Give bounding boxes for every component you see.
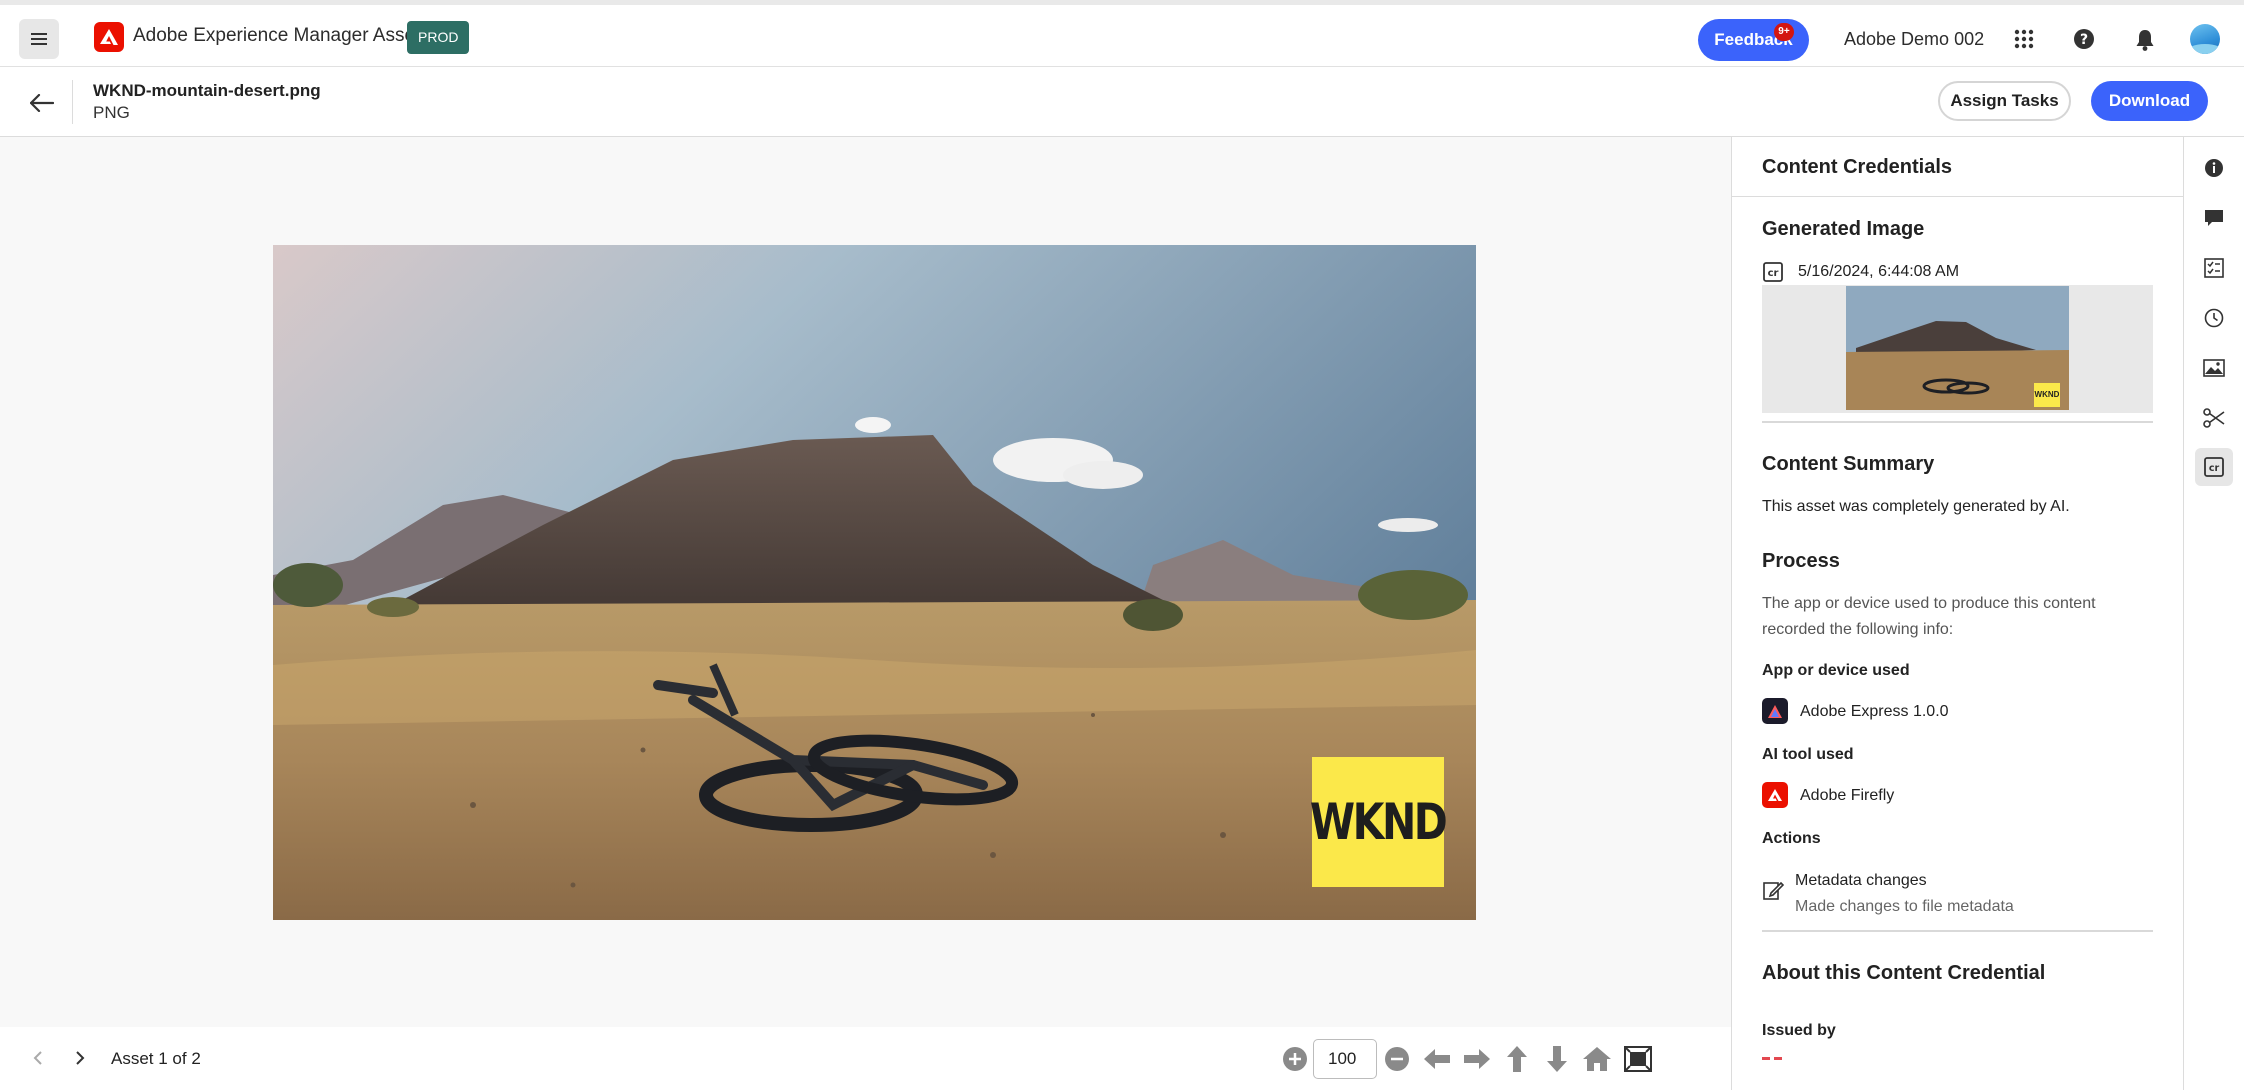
- pan-right-icon[interactable]: [1461, 1044, 1493, 1074]
- fit-to-screen-icon[interactable]: [1622, 1044, 1654, 1074]
- thumbnail-wknd-overlay: WKND: [2034, 383, 2060, 407]
- zoom-out-icon[interactable]: [1381, 1044, 1413, 1074]
- next-asset-button[interactable]: [69, 1047, 91, 1069]
- pan-left-icon[interactable]: [1421, 1044, 1453, 1074]
- panel-title: Content Credentials: [1762, 156, 1953, 178]
- environment-badge: PROD: [407, 21, 470, 54]
- app-used-name: Adobe Express 1.0.0: [1800, 703, 1949, 720]
- org-switcher[interactable]: Adobe Demo 002: [1844, 29, 1984, 50]
- thumbnail-image: WKND: [1846, 286, 2069, 410]
- edit-icon: [1763, 881, 1784, 900]
- content-credentials-panel: Content Credentials Generated Image cr 5…: [1731, 137, 2183, 1090]
- avatar[interactable]: [2190, 24, 2220, 54]
- tasks-icon[interactable]: [2195, 249, 2233, 287]
- back-button[interactable]: [24, 88, 60, 118]
- zoom-in-icon[interactable]: [1279, 1044, 1311, 1074]
- assign-tasks-button[interactable]: Assign Tasks: [1938, 81, 2071, 121]
- svg-text:?: ?: [2080, 32, 2088, 48]
- app-used-heading: App or device used: [1762, 662, 1910, 679]
- adobe-logo-icon[interactable]: [94, 22, 124, 52]
- generated-image-thumbnail[interactable]: WKND: [1762, 285, 2153, 413]
- header-divider: [72, 80, 73, 124]
- asset-preview-image[interactable]: [273, 245, 1476, 920]
- arrow-left-icon: [30, 94, 54, 112]
- divider: [1762, 421, 2153, 423]
- adobe-express-icon: [1762, 698, 1788, 724]
- process-description-line-2: recorded the following info:: [1762, 621, 1954, 638]
- svg-text:cr: cr: [1768, 268, 1779, 279]
- generated-image-heading: Generated Image: [1762, 218, 1925, 240]
- asset-header: WKND-mountain-desert.png PNG Assign Task…: [0, 67, 2244, 137]
- issued-by-heading: Issued by: [1762, 1022, 1836, 1039]
- svg-text:cr: cr: [2209, 463, 2220, 474]
- bell-icon[interactable]: [2130, 25, 2160, 55]
- notification-count-badge: 9+: [1774, 23, 1794, 41]
- menu-icon: [31, 33, 47, 45]
- pan-up-icon[interactable]: [1501, 1044, 1533, 1074]
- adobe-firefly-icon: [1762, 782, 1788, 808]
- process-heading: Process: [1762, 550, 1840, 572]
- ai-tool-heading: AI tool used: [1762, 746, 1854, 763]
- shell-bar: Adobe Experience Manager Assets PROD Fee…: [0, 0, 2244, 67]
- pan-down-icon[interactable]: [1541, 1044, 1573, 1074]
- info-icon[interactable]: [2195, 149, 2233, 187]
- menu-button[interactable]: [19, 19, 59, 59]
- issuer-logo-icon: [1762, 1057, 1782, 1060]
- previous-asset-button[interactable]: [27, 1047, 49, 1069]
- cut-icon[interactable]: [2195, 399, 2233, 437]
- content-summary-text: This asset was completely generated by A…: [1762, 498, 2070, 515]
- help-icon[interactable]: ?: [2069, 24, 2099, 54]
- zoom-level-input[interactable]: [1313, 1039, 1377, 1079]
- content-credentials-icon: cr: [1763, 262, 1783, 282]
- asset-file-type: PNG: [93, 103, 130, 122]
- apps-grid-icon[interactable]: [2009, 24, 2039, 54]
- content-summary-heading: Content Summary: [1762, 453, 1935, 475]
- side-rail: cr: [2183, 137, 2244, 1090]
- renditions-icon[interactable]: [2195, 349, 2233, 387]
- chevron-left-icon: [33, 1051, 42, 1065]
- app-title[interactable]: Adobe Experience Manager Assets: [133, 25, 430, 47]
- divider: [1732, 196, 2183, 197]
- chevron-right-icon: [76, 1051, 85, 1065]
- action-title: Metadata changes: [1795, 872, 1927, 889]
- ai-tool-name: Adobe Firefly: [1800, 787, 1895, 804]
- feedback-button[interactable]: Feedback: [1698, 19, 1809, 61]
- generated-date: 5/16/2024, 6:44:08 AM: [1798, 263, 1960, 280]
- asset-counter: Asset 1 of 2: [111, 1049, 201, 1068]
- wknd-logo-overlay: WKND: [1310, 757, 1448, 887]
- actions-heading: Actions: [1762, 830, 1821, 847]
- about-credential-heading: About this Content Credential: [1762, 962, 2046, 984]
- comment-icon[interactable]: [2195, 199, 2233, 237]
- history-icon[interactable]: [2195, 299, 2233, 337]
- action-description: Made changes to file metadata: [1795, 898, 2014, 915]
- asset-file-name: WKND-mountain-desert.png: [93, 81, 321, 100]
- content-credentials-icon[interactable]: cr: [2195, 448, 2233, 486]
- download-button[interactable]: Download: [2091, 81, 2208, 121]
- home-icon[interactable]: [1581, 1044, 1613, 1074]
- divider: [1762, 930, 2153, 932]
- process-description-line-1: The app or device used to produce this c…: [1762, 595, 2096, 612]
- preview-toolbar: Asset 1 of 2: [0, 1027, 1731, 1090]
